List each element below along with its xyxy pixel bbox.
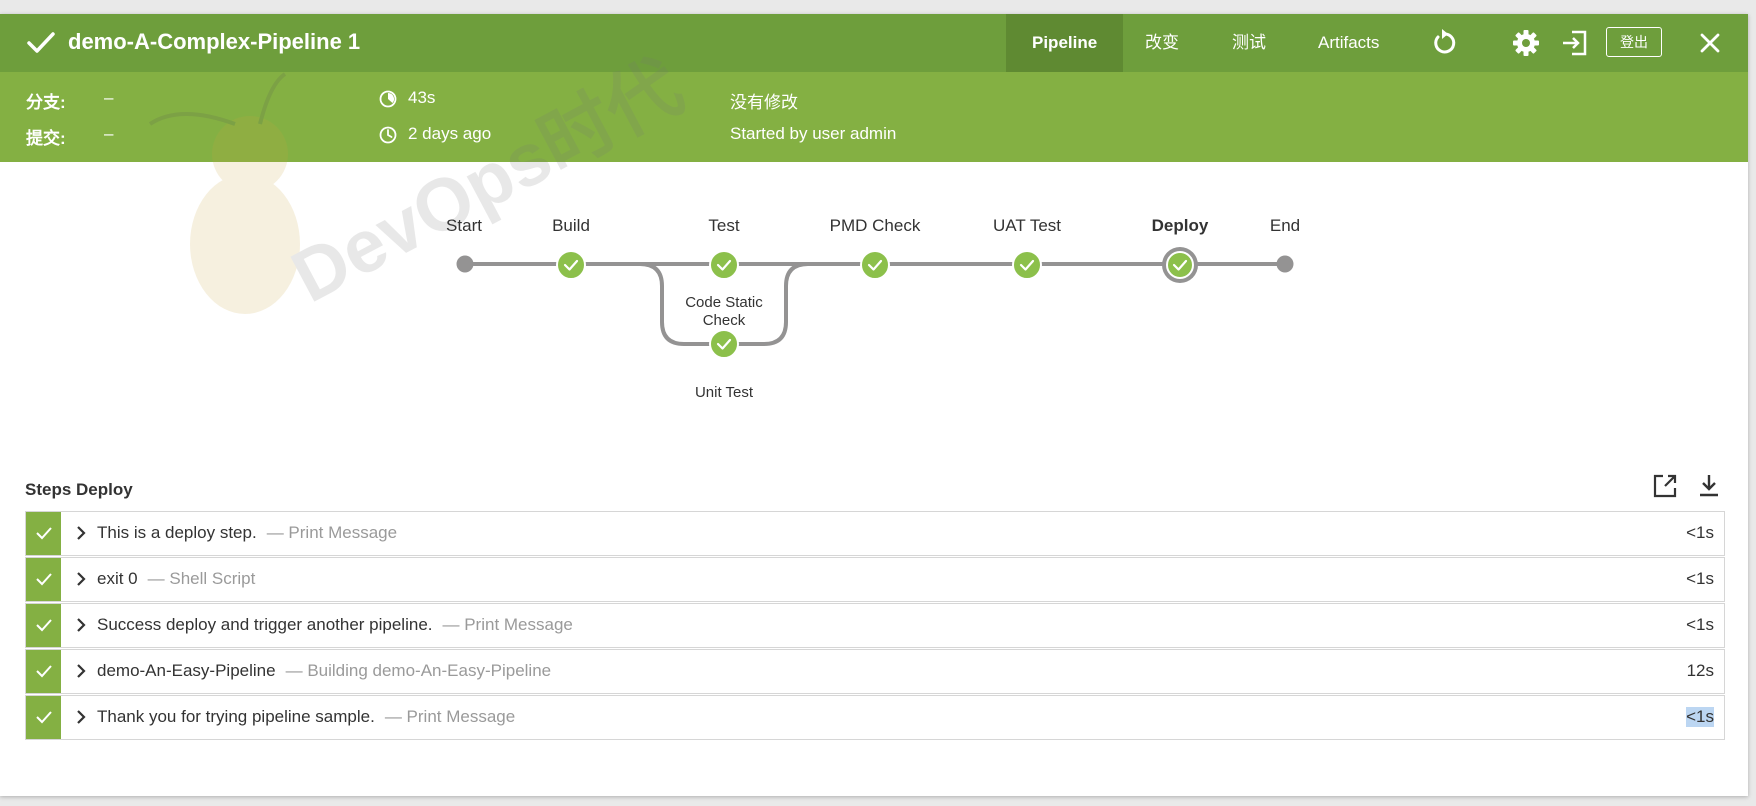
step-duration: <1s: [1686, 615, 1714, 634]
node-unit-test[interactable]: [709, 329, 739, 359]
step-row[interactable]: This is a deploy step. — Print Message <1…: [25, 511, 1725, 556]
step-text: This is a deploy step. — Print Message: [97, 523, 397, 543]
node-pmd-check[interactable]: [860, 250, 890, 280]
rerun-icon[interactable]: [1429, 28, 1459, 58]
stage-label-end: End: [1269, 216, 1301, 235]
step-name: Thank you for trying pipeline sample.: [97, 707, 375, 726]
run-time-ago: 2 days ago: [408, 124, 492, 143]
commit-value: –: [104, 124, 114, 143]
download-icon[interactable]: [1695, 472, 1723, 500]
pipeline-end-node: [1276, 255, 1294, 273]
checkmark-icon: [36, 573, 52, 586]
step-text: exit 0 — Shell Script: [97, 569, 255, 589]
started-by-text: Started by user admin: [730, 124, 897, 143]
step-row[interactable]: demo-An-Easy-Pipeline — Building demo-An-…: [25, 649, 1725, 694]
step-type: — Print Message: [442, 615, 573, 634]
stage-label-build: Build: [552, 216, 590, 235]
gear-icon[interactable]: [1511, 28, 1541, 58]
node-code-static-check[interactable]: [709, 250, 739, 280]
checkmark-icon: [36, 527, 52, 540]
step-status-success: [26, 650, 61, 693]
step-text: demo-An-Easy-Pipeline — Building demo-An-…: [97, 661, 551, 681]
checkmark-icon: [36, 711, 52, 724]
step-duration: <1s: [1686, 707, 1714, 727]
steps-list: This is a deploy step. — Print Message <1…: [25, 511, 1725, 741]
tab-artifacts[interactable]: Artifacts: [1318, 14, 1379, 72]
stage-label-uat-test: UAT Test: [992, 216, 1062, 235]
step-duration: <1s: [1686, 569, 1714, 588]
run-title: demo-A-Complex-Pipeline 1: [68, 29, 361, 54]
step-status-success: [26, 604, 61, 647]
step-text: Thank you for trying pipeline sample. — P…: [97, 707, 515, 727]
run-duration: 43s: [408, 88, 436, 107]
tab-pipeline[interactable]: Pipeline: [1006, 14, 1124, 72]
commit-label: 提交:: [26, 129, 66, 148]
chevron-right-icon[interactable]: [74, 663, 88, 679]
pipeline-run-window: demo-A-Complex-Pipeline 1 Pipeline 改变 测试…: [0, 14, 1748, 796]
step-row[interactable]: Success deploy and trigger another pipel…: [25, 603, 1725, 648]
node-build[interactable]: [556, 250, 586, 280]
step-type: — Print Message: [384, 707, 516, 726]
stage-label-start: Start: [446, 216, 482, 235]
branch-label-code-static-check: Code Static Check: [685, 294, 763, 330]
checkmark-icon: [27, 32, 55, 53]
run-meta-bar: 分支: – 提交: – 43s 2 days ago 没有修改 Started …: [0, 72, 1748, 162]
tab-tests[interactable]: 测试: [1232, 14, 1266, 72]
duration-icon: [379, 90, 397, 108]
tab-changes[interactable]: 改变: [1145, 14, 1179, 72]
pipeline-start-node: [456, 255, 474, 273]
step-text: Success deploy and trigger another pipel…: [97, 615, 573, 635]
step-status-success: [26, 696, 61, 739]
checkmark-icon: [36, 619, 52, 632]
changes-text: 没有修改: [730, 93, 798, 112]
stage-label-test: Test: [708, 216, 740, 235]
stage-label-pmd-check: PMD Check: [829, 216, 921, 235]
branch-value: –: [104, 88, 114, 107]
pipeline-graph: Start Build Test PMD Check UAT Test Depl…: [0, 194, 1748, 434]
steps-title: Steps Deploy: [25, 480, 133, 499]
step-row[interactable]: exit 0 — Shell Script <1s: [25, 557, 1725, 602]
top-bar: demo-A-Complex-Pipeline 1 Pipeline 改变 测试…: [0, 14, 1748, 72]
branch-label: 分支:: [26, 93, 66, 112]
chevron-right-icon[interactable]: [74, 571, 88, 587]
step-status-success: [26, 512, 61, 555]
step-name: Success deploy and trigger another pipel…: [97, 615, 433, 634]
step-duration: <1s: [1686, 523, 1714, 542]
step-name: demo-An-Easy-Pipeline: [97, 661, 276, 680]
checkmark-icon: [36, 665, 52, 678]
step-type: — Building demo-An-Easy-Pipeline: [285, 661, 552, 680]
exit-icon[interactable]: [1560, 28, 1590, 58]
clock-icon: [379, 126, 397, 144]
node-deploy-selected[interactable]: [1160, 245, 1200, 285]
chevron-right-icon[interactable]: [74, 617, 88, 633]
step-type: — Print Message: [266, 523, 398, 542]
chevron-right-icon[interactable]: [74, 525, 88, 541]
step-duration: 12s: [1686, 661, 1714, 680]
step-name: This is a deploy step.: [97, 523, 257, 542]
branch-label-line-1: Code Static: [685, 294, 763, 311]
chevron-right-icon[interactable]: [74, 709, 88, 725]
logout-button[interactable]: 登出: [1606, 27, 1662, 57]
branch-label-line-2: Check: [702, 312, 746, 329]
open-external-icon[interactable]: [1651, 472, 1679, 500]
step-row[interactable]: Thank you for trying pipeline sample. — P…: [25, 695, 1725, 740]
step-status-success: [26, 558, 61, 601]
step-name: exit 0: [97, 569, 138, 588]
step-type: — Shell Script: [147, 569, 256, 588]
stage-label-deploy: Deploy: [1151, 216, 1209, 235]
branch-label-unit-test: Unit Test: [694, 384, 754, 401]
close-icon[interactable]: [1695, 28, 1725, 58]
node-uat-test[interactable]: [1012, 250, 1042, 280]
